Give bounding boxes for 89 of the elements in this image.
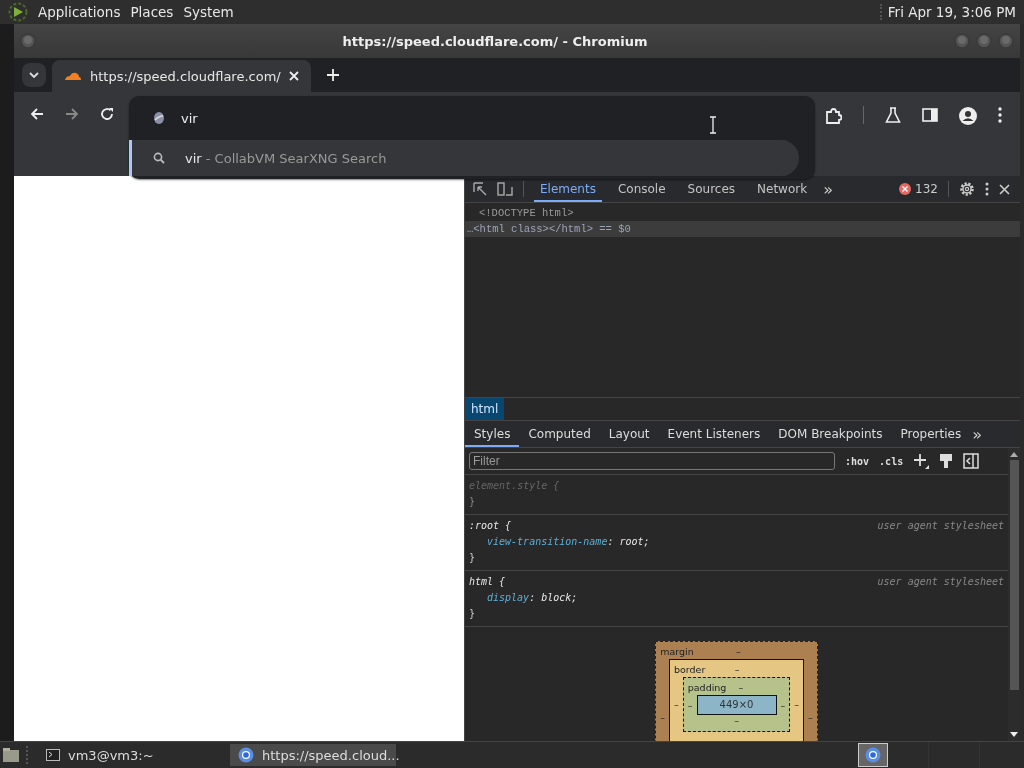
close-icon[interactable]: [999, 183, 1010, 195]
css-selector: html {: [469, 575, 506, 589]
panel-tab[interactable]: Event Listeners: [658, 421, 770, 447]
box-label: margin: [660, 646, 694, 657]
css-value: : root;: [607, 536, 650, 547]
stylesheet-source: user agent stylesheet: [877, 575, 1004, 589]
text-cursor-icon: [709, 116, 717, 134]
paint-brush-icon[interactable]: [939, 453, 954, 469]
box-label: padding: [687, 682, 727, 693]
address-field[interactable]: vir: [181, 110, 693, 126]
new-tab-icon[interactable]: [326, 69, 339, 81]
browser-tab[interactable]: https://speed.cloudflare.com/: [52, 60, 311, 92]
browser-icon: [238, 747, 254, 763]
scrollbar-thumb[interactable]: [1009, 460, 1019, 690]
cloud-icon: [64, 71, 82, 81]
inspect-icon[interactable]: [473, 182, 487, 196]
clock: Fri Apr 19, 3:06 PM: [879, 4, 1016, 20]
site-icon: [153, 111, 165, 125]
tab-search-button[interactable]: [22, 63, 46, 87]
box-value: –: [733, 664, 741, 675]
scrollbar[interactable]: [1008, 448, 1020, 741]
dom-node[interactable]: …<html class></html> == $0: [465, 221, 1020, 237]
devtools-tab[interactable]: Console: [611, 176, 672, 202]
scroll-down-icon[interactable]: [1010, 732, 1018, 737]
box-value: –: [794, 699, 799, 710]
panel-tab[interactable]: Layout: [599, 421, 659, 447]
scroll-up-icon[interactable]: [1010, 452, 1018, 457]
settings-icon[interactable]: [959, 181, 975, 197]
sidebar-toggle-icon[interactable]: [963, 453, 980, 469]
toggle-button[interactable]: .cls: [879, 455, 904, 467]
profile-icon[interactable]: [959, 107, 977, 125]
error-icon: [899, 183, 912, 195]
tab-title: https://speed.cloudflare.com/: [90, 68, 281, 84]
breadcrumb[interactable]: html: [465, 398, 505, 420]
window-title: https://speed.cloudflare.com/ - Chromium: [341, 33, 649, 49]
back-icon[interactable]: [30, 107, 44, 121]
more-tabs-button[interactable]: »: [823, 179, 833, 199]
css-value: : block;: [529, 592, 578, 603]
filter-field[interactable]: Filter: [469, 452, 835, 470]
panel-tab[interactable]: Computed: [519, 421, 600, 447]
box-value: –: [674, 699, 679, 710]
closing-brace: }: [469, 495, 477, 509]
toggle-button[interactable]: :hov: [845, 455, 870, 467]
box-value: –: [737, 682, 745, 693]
logo-icon[interactable]: [8, 2, 28, 22]
extension-icon[interactable]: [824, 107, 842, 125]
panel-tab[interactable]: Properties: [891, 421, 971, 447]
box-value: –: [780, 699, 786, 711]
more-tabs-button[interactable]: »: [970, 424, 983, 444]
tray-app-button[interactable]: [858, 743, 888, 767]
reload-icon[interactable]: [100, 107, 114, 121]
taskbar-item[interactable]: vm3@vm3:~: [38, 744, 204, 766]
more-options-icon[interactable]: [985, 182, 989, 196]
chevron-down-icon: [29, 72, 39, 78]
search-icon: [153, 152, 165, 164]
forward-icon[interactable]: [65, 107, 79, 121]
terminal-icon: [46, 749, 60, 761]
closing-brace: }: [469, 607, 477, 621]
menu-item[interactable]: Places: [130, 4, 174, 20]
devtools-tab[interactable]: Sources: [681, 176, 742, 202]
box-value: –: [687, 699, 693, 711]
css-selector: :root {: [469, 519, 512, 533]
box-value: –: [734, 715, 739, 728]
add-rule-icon[interactable]: [913, 453, 930, 469]
device-icon[interactable]: [497, 182, 513, 196]
css-selector: element.style {: [469, 479, 560, 493]
devtools-tab[interactable]: Elements: [534, 176, 602, 202]
box-value: –: [808, 711, 813, 723]
css-property: view-transition-name: [487, 536, 608, 547]
stylesheet-source: user agent stylesheet: [877, 519, 1004, 533]
show-desktop-icon[interactable]: [2, 747, 20, 763]
closing-brace: }: [469, 551, 477, 565]
side-panel-icon[interactable]: [922, 107, 938, 123]
panel-tab[interactable]: DOM Breakpoints: [769, 421, 892, 447]
menu-item[interactable]: System: [183, 4, 234, 20]
box-value: –: [734, 646, 742, 657]
content-box: 449×0: [696, 695, 777, 715]
devtools-tab[interactable]: Network: [751, 176, 814, 202]
flask-icon[interactable]: [885, 107, 901, 123]
panel-tab[interactable]: Styles: [465, 421, 520, 447]
box-label: border: [674, 664, 706, 675]
menu-icon[interactable]: [998, 107, 1002, 123]
menu-item[interactable]: Applications: [38, 4, 121, 20]
box-value: –: [660, 711, 665, 723]
error-counter[interactable]: 132: [899, 182, 938, 196]
dom-node[interactable]: <!DOCTYPE html>: [465, 205, 1020, 221]
css-property: display: [487, 592, 530, 603]
search-suggestion[interactable]: vir - CollabVM SearXNG Search: [129, 140, 799, 176]
browser-icon: [865, 747, 881, 763]
